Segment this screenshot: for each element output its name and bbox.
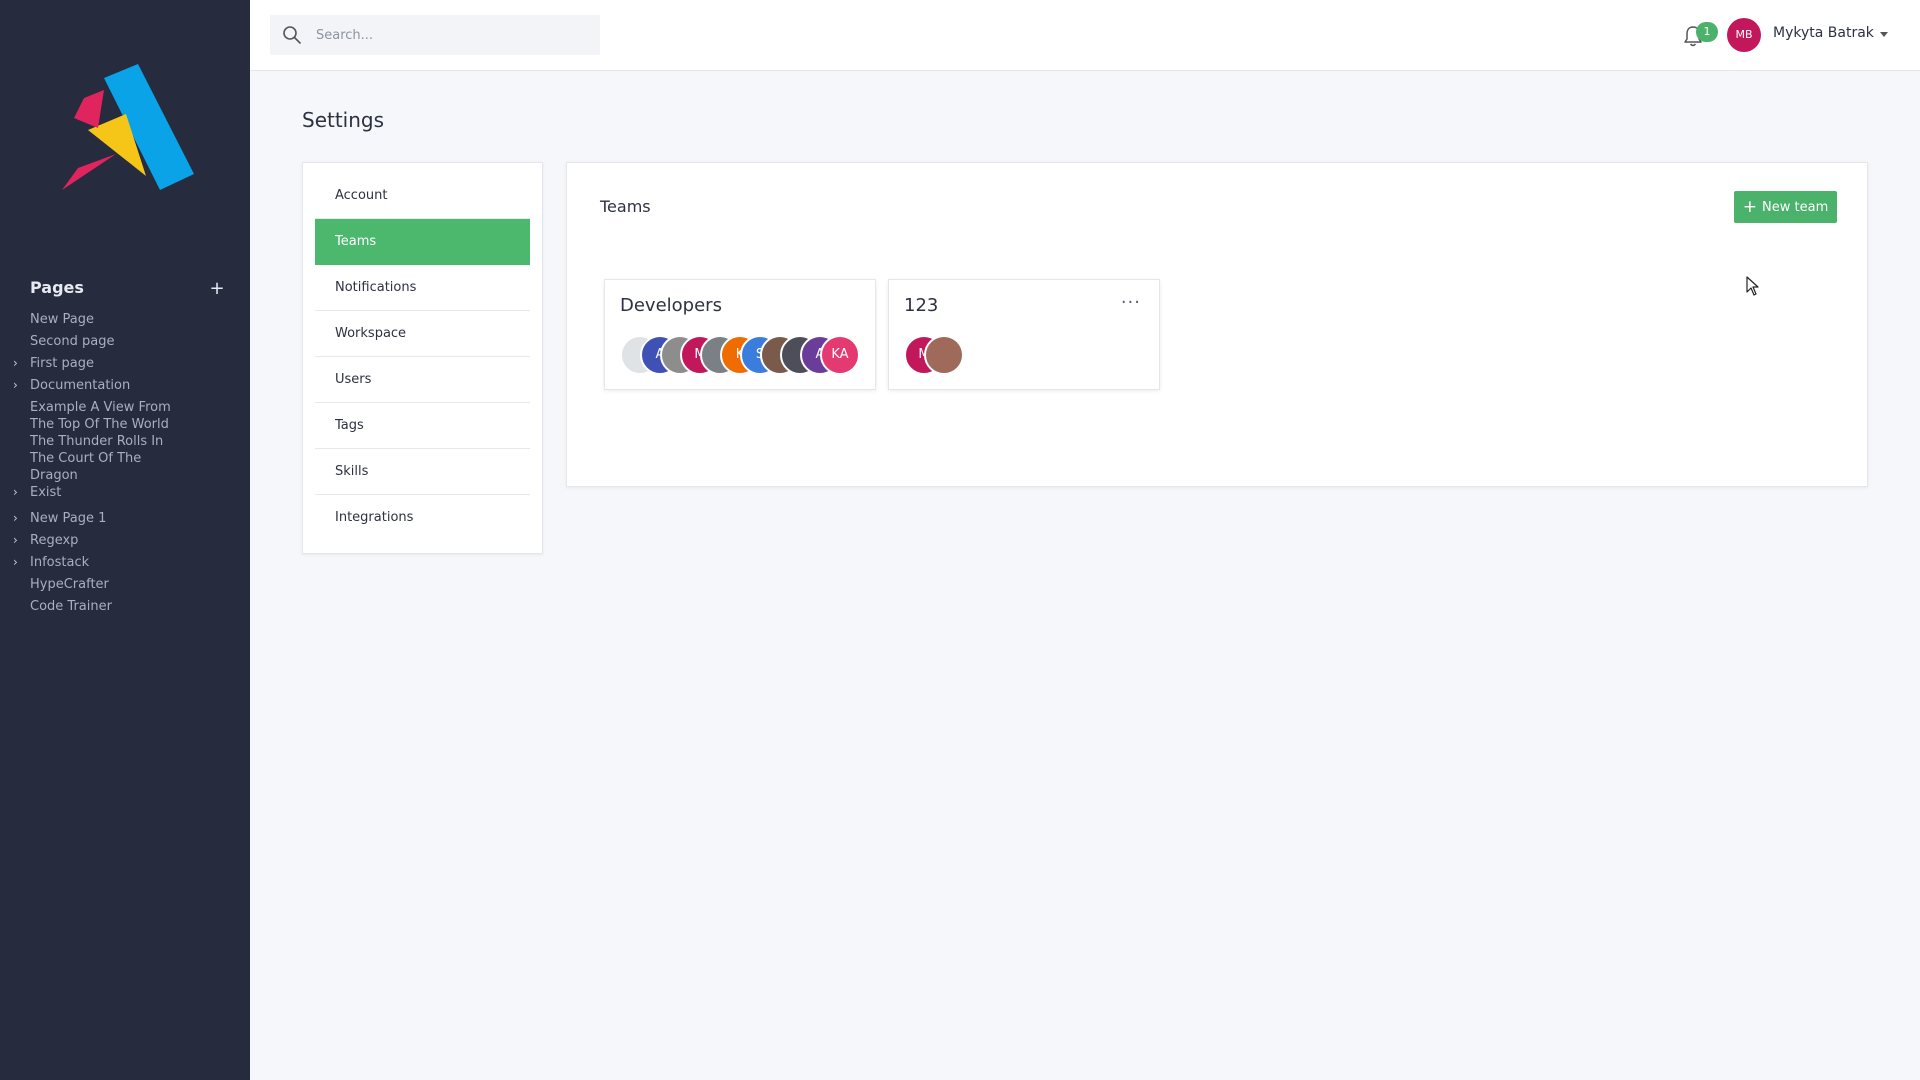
chevron-right-icon[interactable]: › [13, 532, 18, 549]
pages-header: Pages + [30, 278, 226, 300]
settings-nav-teams[interactable]: Teams [315, 219, 530, 265]
settings-nav-integrations[interactable]: Integrations [315, 495, 530, 541]
page-item[interactable]: › New Page 1 [0, 510, 250, 527]
page-item-label: Regexp [30, 533, 79, 548]
chevron-right-icon[interactable]: › [13, 554, 18, 571]
page-item[interactable]: New Page [0, 311, 250, 328]
page-item-label: HypeCrafter [30, 577, 109, 592]
page-item[interactable]: Code Trainer [0, 598, 250, 615]
settings-nav-account[interactable]: Account [315, 173, 530, 219]
page-item-label: Code Trainer [30, 599, 112, 614]
mouse-cursor-icon [1746, 276, 1759, 296]
teams-title: Teams [600, 197, 651, 216]
settings-nav-tags[interactable]: Tags [315, 403, 530, 449]
team-card-developers[interactable]: Developers AMKSAKA [604, 279, 876, 390]
page-item-label: New Page 1 [30, 511, 107, 526]
team-name: 123 [904, 295, 939, 316]
page-item[interactable]: Example A View From The Top Of The World… [0, 399, 250, 484]
page-item[interactable]: › Documentation [0, 377, 250, 394]
page-item-label: Exist [30, 485, 62, 500]
page-item-label: New Page [30, 312, 94, 327]
search-input[interactable] [316, 27, 586, 43]
user-name[interactable]: Mykyta Batrak [1773, 25, 1874, 41]
page-item-label: First page [30, 356, 94, 371]
settings-nav: Account Teams Notifications Workspace Us… [302, 162, 543, 554]
notification-badge: 1 [1696, 22, 1718, 42]
search-icon [283, 26, 301, 44]
add-page-icon[interactable]: + [208, 278, 226, 300]
user-avatar[interactable]: MB [1727, 18, 1761, 52]
more-options-icon[interactable]: ··· [1121, 292, 1141, 313]
team-card-123[interactable]: 123 ··· M [888, 279, 1160, 390]
settings-nav-notifications[interactable]: Notifications [315, 265, 530, 311]
settings-nav-users[interactable]: Users [315, 357, 530, 403]
search-box[interactable] [270, 15, 600, 55]
member-avatar[interactable]: KA [820, 335, 860, 375]
plus-icon: + [1742, 196, 1758, 217]
member-avatar[interactable] [924, 335, 964, 375]
page-item-label: Second page [30, 334, 115, 349]
app-logo[interactable] [58, 58, 206, 198]
sidebar: Pages + New Page Second page › First page… [0, 0, 250, 1080]
page-item[interactable]: HypeCrafter [0, 576, 250, 593]
page-item[interactable]: › First page [0, 355, 250, 372]
teams-panel: Teams + New team Developers AMKSAKA 123 … [566, 162, 1868, 487]
new-team-label: New team [1762, 199, 1829, 215]
team-name: Developers [620, 295, 722, 316]
settings-nav-workspace[interactable]: Workspace [315, 311, 530, 357]
chevron-right-icon[interactable]: › [13, 377, 18, 394]
chevron-right-icon[interactable]: › [13, 510, 18, 527]
pages-title: Pages [30, 278, 84, 297]
chevron-right-icon[interactable]: › [13, 484, 18, 501]
page-item-label: Infostack [30, 555, 90, 570]
page-item-label: Documentation [30, 378, 131, 393]
page-item[interactable]: › Infostack [0, 554, 250, 571]
page-item[interactable]: › Exist [0, 484, 250, 501]
page-item[interactable]: › Regexp [0, 532, 250, 549]
new-team-button[interactable]: + New team [1734, 191, 1837, 223]
page-title: Settings [302, 108, 385, 132]
page-item-label: Example A View From The Top Of The World… [30, 400, 171, 483]
chevron-right-icon[interactable]: › [13, 355, 18, 372]
settings-nav-skills[interactable]: Skills [315, 449, 530, 495]
page-list: New Page Second page › First page › Docume… [0, 307, 250, 620]
page-item[interactable]: Second page [0, 333, 250, 350]
caret-down-icon[interactable] [1880, 32, 1888, 37]
topbar: 1 MB Mykyta Batrak [250, 0, 1920, 71]
